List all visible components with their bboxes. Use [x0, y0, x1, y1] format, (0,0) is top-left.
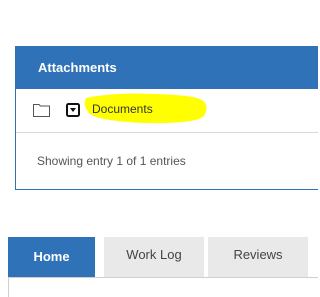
page: Attachments Documents Showing entry 1 of…: [0, 0, 318, 297]
entries-summary: Showing entry 1 of 1 entries: [37, 154, 186, 168]
tab-home[interactable]: Home: [8, 237, 95, 277]
attachments-panel: Attachments Documents Showing entry 1 of…: [15, 46, 318, 190]
file-row: Documents: [16, 89, 318, 133]
tab-work-log[interactable]: Work Log: [104, 237, 204, 277]
folder-icon[interactable]: [33, 103, 50, 117]
caret-down-box-icon[interactable]: [66, 103, 80, 117]
tab-reviews[interactable]: Reviews: [208, 237, 308, 277]
tab-content: [8, 277, 318, 297]
documents-link[interactable]: Documents: [92, 102, 153, 116]
tab-bar: Home Work Log Reviews: [8, 237, 318, 277]
attachments-header: Attachments: [16, 47, 318, 89]
